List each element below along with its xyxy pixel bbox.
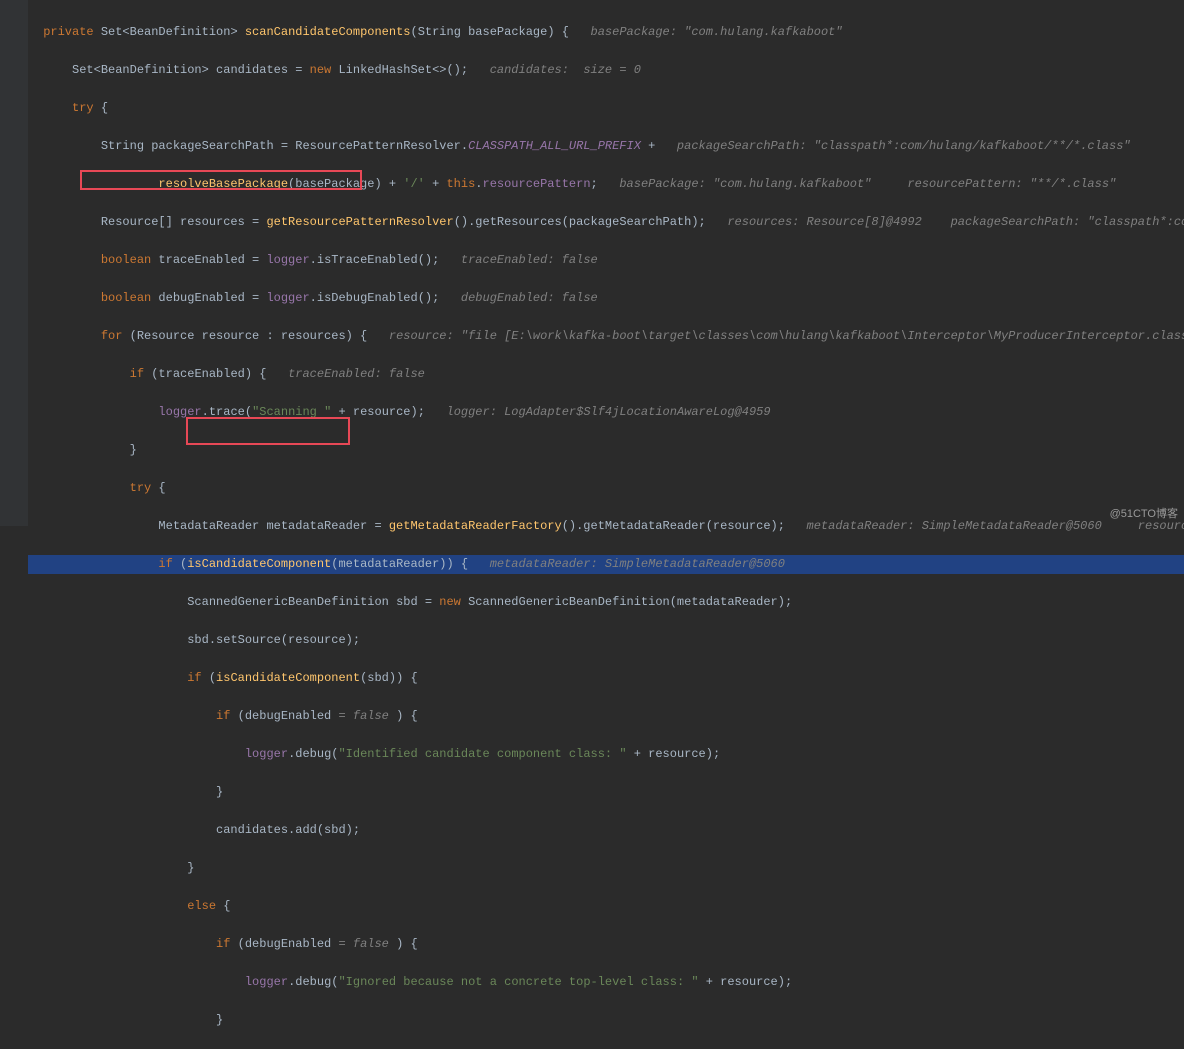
- code-line: boolean debugEnabled = logger.isDebugEna…: [28, 289, 1184, 308]
- code-line: }: [28, 783, 1184, 802]
- code-line: Set<BeanDefinition> candidates = new Lin…: [28, 61, 1184, 80]
- code-line: try {: [28, 479, 1184, 498]
- code-line: for (Resource resource : resources) { re…: [28, 327, 1184, 346]
- code-line-highlighted: if (isCandidateComponent(metadataReader)…: [28, 555, 1184, 574]
- code-line: if (isCandidateComponent(sbd)) {: [28, 669, 1184, 688]
- code-line: logger.trace("Scanning " + resource); lo…: [28, 403, 1184, 422]
- code-line: ScannedGenericBeanDefinition sbd = new S…: [28, 593, 1184, 612]
- watermark-text: @51CTO博客: [1110, 505, 1178, 524]
- code-line: MetadataReader metadataReader = getMetad…: [28, 517, 1184, 536]
- code-line: logger.debug("Identified candidate compo…: [28, 745, 1184, 764]
- code-line: Resource[] resources = getResourcePatter…: [28, 213, 1184, 232]
- code-line: if (debugEnabled = false ) {: [28, 935, 1184, 954]
- code-line: if (debugEnabled = false ) {: [28, 707, 1184, 726]
- code-line: candidates.add(sbd);: [28, 821, 1184, 840]
- editor-code-area[interactable]: private Set<BeanDefinition> scanCandidat…: [28, 4, 1184, 1049]
- code-line: }: [28, 1011, 1184, 1030]
- code-line: resolveBasePackage(basePackage) + '/' + …: [28, 175, 1184, 194]
- code-line: }: [28, 859, 1184, 878]
- code-line: private Set<BeanDefinition> scanCandidat…: [28, 23, 1184, 42]
- editor-gutter: [0, 0, 28, 526]
- code-line: logger.debug("Ignored because not a conc…: [28, 973, 1184, 992]
- code-line: else {: [28, 897, 1184, 916]
- code-line: if (traceEnabled) { traceEnabled: false: [28, 365, 1184, 384]
- code-line: boolean traceEnabled = logger.isTraceEna…: [28, 251, 1184, 270]
- code-line: String packageSearchPath = ResourcePatte…: [28, 137, 1184, 156]
- code-line: }: [28, 441, 1184, 460]
- code-line: try {: [28, 99, 1184, 118]
- code-line: sbd.setSource(resource);: [28, 631, 1184, 650]
